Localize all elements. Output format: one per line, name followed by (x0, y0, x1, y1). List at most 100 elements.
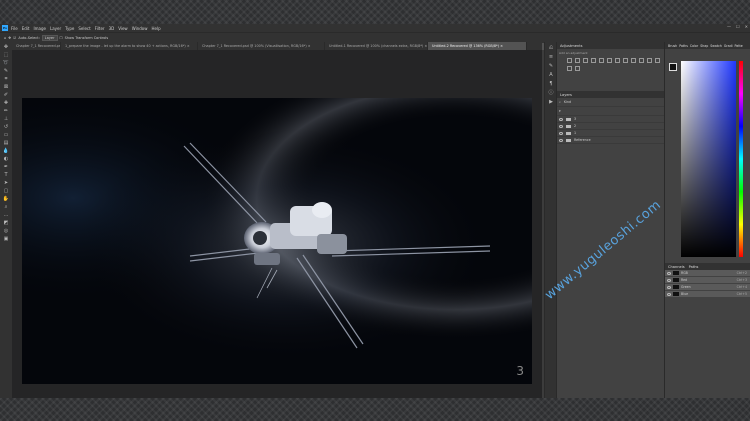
transform-checkbox[interactable]: ☐ (60, 36, 63, 40)
posterize-icon[interactable] (655, 58, 660, 63)
type-tool-icon[interactable]: T (2, 172, 10, 178)
eye-icon[interactable] (559, 124, 563, 128)
move-tool-icon[interactable]: ✥ (8, 36, 11, 40)
color-swatches-icon[interactable]: ◩ (2, 220, 10, 226)
levels-icon[interactable] (575, 58, 580, 63)
eye-icon[interactable] (559, 138, 563, 142)
menu-type[interactable]: Type (65, 26, 74, 31)
eye-icon[interactable] (559, 117, 563, 121)
layer-name[interactable]: 2 (574, 124, 576, 128)
more-tools-icon[interactable]: … (2, 212, 10, 218)
canvas-area[interactable]: 3 (12, 50, 542, 398)
tab-channels[interactable]: Channels (668, 265, 685, 269)
threshold-icon[interactable] (567, 66, 572, 71)
tab-gradients[interactable]: Gradi (724, 44, 733, 48)
brightness-icon[interactable] (567, 58, 572, 63)
layer-row[interactable]: 1 (557, 130, 665, 137)
black-white-icon[interactable] (623, 58, 628, 63)
channel-row[interactable]: RGB Ctrl+2 (665, 270, 750, 277)
layers-title[interactable]: Layers (560, 93, 572, 97)
layer-row[interactable]: Reference (557, 137, 665, 144)
eye-icon[interactable] (667, 271, 671, 275)
color-picker-field[interactable] (681, 61, 736, 257)
layer-name[interactable]: Reference (574, 138, 591, 142)
eye-icon[interactable] (667, 278, 671, 282)
menu-help[interactable]: Help (151, 26, 160, 31)
marquee-tool-icon[interactable]: ⬚ (2, 52, 10, 58)
dodge-tool-icon[interactable]: ◐ (2, 156, 10, 162)
quick-select-icon[interactable]: ✎ (2, 68, 10, 74)
stamp-tool-icon[interactable]: ⊥ (2, 116, 10, 122)
layer-name[interactable]: 1 (574, 131, 576, 135)
adjustments-title[interactable]: Adjustments (560, 44, 583, 48)
gradient-tool-icon[interactable]: ▤ (2, 140, 10, 146)
tab-doc-active[interactable]: Untitled-2 Recovered @ 136% (RGB/8*) × (428, 42, 527, 50)
channel-mixer-icon[interactable] (639, 58, 644, 63)
search-icon[interactable]: ⌕ (559, 100, 561, 104)
color-balance-icon[interactable] (615, 58, 620, 63)
menu-filter[interactable]: Filter (95, 26, 105, 31)
minimize-button[interactable]: — (727, 24, 731, 29)
paragraph-icon[interactable]: ¶ (548, 81, 554, 87)
auto-select-checkbox[interactable]: ☑ (13, 36, 16, 40)
home-icon[interactable]: ⌂ (4, 36, 6, 40)
menu-window[interactable]: Window (132, 26, 148, 31)
eraser-tool-icon[interactable]: ▭ (2, 132, 10, 138)
shape-tool-icon[interactable]: ▢ (2, 188, 10, 194)
tab-patterns[interactable]: Patte (735, 44, 743, 48)
blend-mode-dropdown[interactable]: ▾ (559, 109, 561, 113)
foreground-color-swatch[interactable] (669, 63, 677, 71)
document-image[interactable]: 3 (22, 98, 532, 384)
menu-3d[interactable]: 3D (109, 26, 115, 31)
tab-doc-1[interactable]: Chapter 7_1 Recovered.psd @ 100% (... (12, 42, 61, 50)
history-icon[interactable]: ⎌ (548, 45, 554, 51)
tab-paths[interactable]: Paths (679, 44, 688, 48)
channel-row[interactable]: Blue Ctrl+5 (665, 291, 750, 298)
frame-tool-icon[interactable]: ⊠ (2, 84, 10, 90)
tab-channel-paths[interactable]: Paths (689, 265, 699, 269)
lasso-tool-icon[interactable]: ➰ (2, 60, 10, 66)
move-tool-icon[interactable]: ✥ (2, 44, 10, 50)
eyedropper-icon[interactable]: ✐ (2, 92, 10, 98)
tab-doc-4[interactable]: Untitled-1 Recovered @ 100% (channels ex… (325, 42, 428, 50)
tab-doc-3[interactable]: Chapter 7_1 Recovered.psd @ 100% (Visual… (198, 42, 325, 50)
eye-icon[interactable] (667, 292, 671, 296)
pen-tool-icon[interactable]: ✒ (2, 164, 10, 170)
layer-name[interactable]: 3 (574, 117, 576, 121)
hue-saturation-icon[interactable] (607, 58, 612, 63)
character-icon[interactable]: A (548, 72, 554, 78)
tab-color[interactable]: Color (690, 44, 698, 48)
layer-kind-filter[interactable]: Kind (564, 100, 571, 104)
menu-file[interactable]: File (11, 26, 18, 31)
menu-edit[interactable]: Edit (22, 26, 30, 31)
vibrance-icon[interactable] (599, 58, 604, 63)
hue-slider[interactable] (739, 61, 743, 257)
menu-image[interactable]: Image (33, 26, 46, 31)
blur-tool-icon[interactable]: 💧 (2, 148, 10, 154)
screen-mode-icon[interactable]: ▣ (2, 236, 10, 242)
crop-tool-icon[interactable]: ⌗ (2, 76, 10, 82)
properties-icon[interactable]: ≡ (548, 54, 554, 60)
tab-swatches[interactable]: Swatch (710, 44, 722, 48)
curves-icon[interactable] (583, 58, 588, 63)
channel-row[interactable]: Red Ctrl+3 (665, 277, 750, 284)
tab-brush[interactable]: Brush (668, 44, 677, 48)
quick-mask-icon[interactable]: ◎ (2, 228, 10, 234)
close-button[interactable]: ✕ (745, 24, 748, 29)
brush-tool-icon[interactable]: ✏ (2, 108, 10, 114)
exposure-icon[interactable] (591, 58, 596, 63)
layer-row[interactable]: 2 (557, 123, 665, 130)
invert-icon[interactable] (647, 58, 652, 63)
brush-settings-icon[interactable]: ✎ (548, 63, 554, 69)
channel-row[interactable]: Green Ctrl+4 (665, 284, 750, 291)
ps-logo[interactable]: Ps (2, 25, 8, 31)
hand-tool-icon[interactable]: ✋ (2, 196, 10, 202)
photo-filter-icon[interactable] (631, 58, 636, 63)
eye-icon[interactable] (559, 131, 563, 135)
gradient-map-icon[interactable] (575, 66, 580, 71)
menu-select[interactable]: Select (78, 26, 90, 31)
layer-row[interactable]: 3 (557, 116, 665, 123)
maximize-button[interactable]: ☐ (736, 24, 740, 29)
menu-layer[interactable]: Layer (50, 26, 61, 31)
layer-select-dropdown[interactable]: Layer (41, 35, 58, 41)
